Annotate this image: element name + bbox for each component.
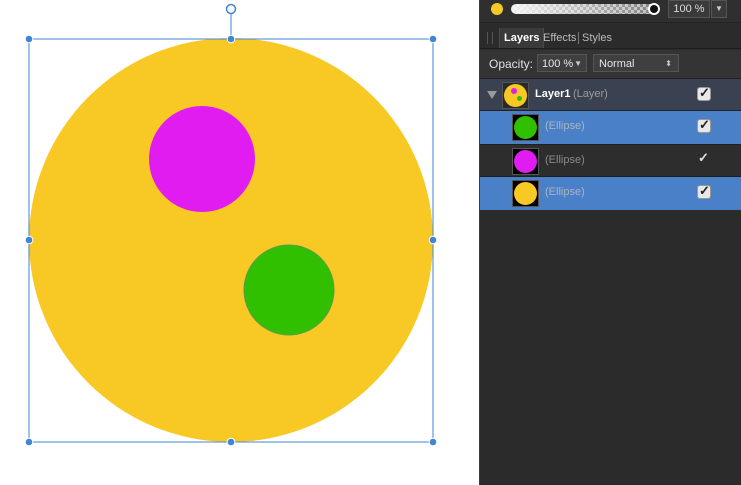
- chevron-updown-icon: ⬍: [665, 59, 672, 68]
- chevron-down-icon[interactable]: ▼: [711, 0, 727, 18]
- panel-tabs: Layers Effects Styles: [479, 28, 741, 49]
- handle-top-right[interactable]: [428, 34, 438, 44]
- blend-mode-select[interactable]: Normal ⬍: [593, 54, 679, 72]
- visibility-checkbox[interactable]: [697, 183, 711, 199]
- handle-top-left[interactable]: [24, 34, 34, 44]
- ellipse-label: (Ellipse): [545, 186, 585, 198]
- layer-row-ellipse-yellow[interactable]: (Ellipse): [479, 177, 741, 210]
- fill-color-icon[interactable]: [491, 3, 503, 15]
- ellipse-thumbnail: [512, 180, 539, 207]
- handle-middle-right[interactable]: [428, 235, 438, 245]
- layer-type: (Layer): [573, 88, 608, 100]
- layer-row-ellipse-green[interactable]: (Ellipse): [479, 111, 741, 144]
- thumbnail-magenta-dot: [511, 88, 517, 94]
- magenta-ellipse[interactable]: [149, 106, 255, 212]
- panel-divider: [479, 0, 480, 485]
- handle-middle-left[interactable]: [24, 235, 34, 245]
- tab-effects[interactable]: Effects: [543, 28, 576, 48]
- tab-separator: [578, 32, 579, 44]
- ellipse-label: (Ellipse): [545, 154, 585, 166]
- ellipse-label: (Ellipse): [545, 120, 585, 132]
- canvas-svg: [24, 3, 438, 447]
- visibility-checkbox[interactable]: [697, 85, 711, 101]
- studio-panel: 100 % ▼ Layers Effects Styles Opacity: 1…: [479, 0, 741, 485]
- tab-layers[interactable]: Layers: [499, 28, 545, 48]
- disclosure-triangle-icon[interactable]: [487, 91, 497, 99]
- layer-thumbnail: [502, 82, 529, 109]
- thumbnail-magenta-circle: [514, 150, 537, 173]
- layer-name: Layer1: [535, 88, 571, 100]
- handle-bottom-center[interactable]: [226, 437, 236, 447]
- opacity-slider[interactable]: [511, 4, 659, 14]
- layer-opacity-row: Opacity: 100 % ▼ Normal ⬍: [479, 50, 741, 79]
- green-ellipse[interactable]: [243, 244, 335, 336]
- thumbnail-yellow-circle: [514, 182, 537, 205]
- handle-bottom-left[interactable]: [24, 437, 34, 447]
- visibility-checkbox[interactable]: [697, 150, 711, 167]
- layer-opacity-value: 100 %: [542, 58, 574, 70]
- fill-opacity-strip: 100 % ▼: [479, 0, 741, 23]
- rotation-handle[interactable]: [225, 3, 237, 15]
- opacity-slider-knob[interactable]: [648, 3, 660, 15]
- fill-opacity-value[interactable]: 100 %: [668, 0, 710, 18]
- layer-row-ellipse-magenta[interactable]: (Ellipse): [479, 144, 741, 177]
- thumbnail-green-circle: [514, 116, 537, 139]
- chevron-down-icon: ▼: [574, 59, 582, 68]
- ellipse-thumbnail: [512, 148, 539, 175]
- layer-row-layer1[interactable]: Layer1 (Layer): [479, 79, 741, 111]
- visibility-checkbox[interactable]: [697, 117, 711, 133]
- thumbnail-green-dot: [517, 96, 522, 101]
- panel-grip-icon[interactable]: [487, 32, 493, 44]
- handle-top-center[interactable]: [226, 34, 236, 44]
- layer-opacity-field[interactable]: 100 % ▼: [537, 54, 587, 72]
- blend-mode-value: Normal: [599, 58, 635, 70]
- tab-styles[interactable]: Styles: [582, 28, 612, 48]
- document-canvas[interactable]: [0, 0, 470, 485]
- yellow-ellipse[interactable]: [29, 38, 433, 442]
- panel-gap: [470, 0, 479, 485]
- handle-bottom-right[interactable]: [428, 437, 438, 447]
- ellipse-thumbnail: [512, 114, 539, 141]
- opacity-label: Opacity:: [489, 57, 534, 71]
